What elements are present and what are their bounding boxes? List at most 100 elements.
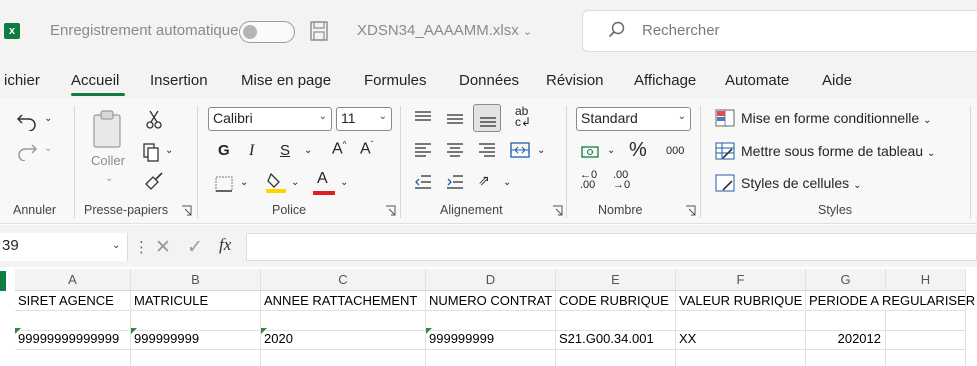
font-color-icon[interactable]: A — [317, 170, 328, 188]
percent-icon[interactable]: % — [629, 139, 647, 162]
decrease-decimal-icon[interactable]: .00 →0 — [613, 170, 630, 191]
formula-input[interactable] — [246, 233, 977, 261]
insert-function-icon[interactable]: fx — [219, 235, 231, 255]
more-options-icon[interactable]: ⋮ — [134, 238, 149, 256]
chevron-down-icon[interactable]: ⌄ — [503, 177, 511, 188]
cell-f4[interactable] — [676, 350, 806, 366]
tab-accueil[interactable]: Accueil — [71, 72, 119, 89]
decrease-font-icon[interactable]: Aˇ — [360, 140, 373, 158]
tab-formules[interactable]: Formules — [364, 72, 427, 89]
italic-icon[interactable]: I — [249, 142, 254, 160]
chevron-down-icon[interactable]: ⌄ — [340, 177, 348, 188]
tab-revision[interactable]: Révision — [546, 72, 604, 89]
column-header-c[interactable]: C — [261, 269, 426, 291]
paste-button-label[interactable]: Coller — [91, 153, 125, 168]
cell-b3[interactable]: 999999999 — [131, 328, 261, 350]
format-as-table-icon[interactable] — [715, 142, 735, 160]
undo-icon[interactable] — [16, 111, 38, 131]
cell-d1[interactable]: NUMERO CONTRAT — [426, 291, 556, 311]
cell-e4[interactable] — [556, 350, 676, 366]
save-icon[interactable] — [310, 21, 328, 41]
tab-aide[interactable]: Aide — [822, 72, 852, 89]
column-header-b[interactable]: B — [131, 269, 261, 291]
cell-e1[interactable]: CODE RUBRIQUE — [556, 291, 676, 311]
cell-g1[interactable]: PERIODE A REGULARISER — [806, 291, 975, 311]
thousands-separator-icon[interactable]: 000 — [666, 145, 684, 157]
chevron-down-icon[interactable]: ⌄ — [44, 143, 52, 154]
align-top-icon[interactable] — [414, 110, 432, 126]
chevron-down-icon[interactable]: ⌄ — [105, 173, 113, 184]
file-name[interactable]: XDSN34_AAAAMM.xlsx ⌄ — [357, 22, 532, 39]
accounting-format-icon[interactable] — [580, 143, 602, 159]
wrap-text-icon[interactable]: ab c↲ — [515, 105, 531, 128]
cell-f1[interactable]: VALEUR RUBRIQUE — [676, 291, 806, 311]
dialog-launcher-icon[interactable] — [385, 205, 396, 216]
align-center-icon[interactable] — [446, 142, 464, 158]
chevron-down-icon[interactable]: ⌄ — [165, 145, 173, 156]
cell-g4[interactable] — [806, 350, 886, 366]
name-box[interactable]: 39 — [0, 233, 128, 261]
chevron-down-icon[interactable]: ⌄ — [44, 113, 52, 124]
cell-h4[interactable] — [886, 350, 966, 366]
column-header-a[interactable]: A — [15, 269, 131, 291]
cut-icon[interactable] — [145, 110, 163, 130]
cell-g3[interactable]: 202012 — [806, 328, 886, 350]
column-header-h[interactable]: H — [886, 269, 966, 291]
number-format-select[interactable]: Standard ⌄ — [576, 107, 691, 131]
column-header-d[interactable]: D — [426, 269, 556, 291]
column-header-e[interactable]: E — [556, 269, 676, 291]
chevron-down-icon[interactable]: ⌄ — [304, 145, 312, 156]
excel-logo-icon[interactable]: x — [4, 23, 20, 39]
cell-e3[interactable]: S21.G00.34.001 — [556, 328, 676, 350]
cell-c4[interactable] — [261, 350, 426, 366]
chevron-down-icon[interactable]: ⌄ — [607, 145, 615, 156]
tab-donnees[interactable]: Données — [459, 72, 519, 89]
cell-b1[interactable]: MATRICULE — [131, 291, 261, 311]
copy-icon[interactable] — [142, 142, 160, 162]
redo-icon[interactable] — [16, 141, 38, 161]
bold-icon[interactable]: G — [218, 142, 230, 159]
format-painter-icon[interactable] — [144, 172, 164, 190]
increase-decimal-icon[interactable]: ←0.00 — [580, 170, 597, 191]
align-right-icon[interactable] — [478, 142, 496, 158]
cell-h3[interactable] — [886, 328, 966, 350]
dialog-launcher-icon[interactable] — [685, 205, 696, 216]
tab-automate[interactable]: Automate — [725, 72, 789, 89]
increase-font-icon[interactable]: A^ — [332, 140, 346, 158]
cell-c3[interactable]: 2020 — [261, 328, 426, 350]
column-header-g[interactable]: G — [806, 269, 886, 291]
borders-icon[interactable] — [214, 175, 234, 193]
cell-a1[interactable]: SIRET AGENCE — [15, 291, 131, 311]
cell-d4[interactable] — [426, 350, 556, 366]
fill-color-icon[interactable] — [265, 171, 287, 193]
cell-f3[interactable]: XX — [676, 328, 806, 350]
conditional-formatting-icon[interactable] — [715, 109, 735, 127]
align-bottom-button[interactable] — [473, 104, 501, 132]
dialog-launcher-icon[interactable] — [552, 205, 563, 216]
chevron-down-icon[interactable]: ⌄ — [240, 177, 248, 188]
cancel-icon[interactable]: ✕ — [155, 236, 171, 259]
underline-icon[interactable]: S — [280, 142, 290, 159]
align-left-icon[interactable] — [414, 142, 432, 158]
cell-styles-icon[interactable] — [715, 174, 735, 192]
chevron-down-icon[interactable]: ⌄ — [291, 177, 299, 188]
align-middle-icon[interactable] — [446, 110, 464, 126]
font-name-select[interactable]: Calibri ⌄ — [208, 107, 332, 131]
cell-c1[interactable]: ANNEE RATTACHEMENT — [261, 291, 426, 311]
orientation-icon[interactable]: ⇗ — [478, 172, 490, 189]
merge-center-icon[interactable] — [510, 141, 530, 159]
column-header-f[interactable]: F — [676, 269, 806, 291]
cell-a3[interactable]: 99999999999999 — [15, 328, 131, 350]
autosave-toggle[interactable] — [239, 21, 295, 43]
enter-icon[interactable]: ✓ — [187, 236, 203, 259]
dialog-launcher-icon[interactable] — [181, 205, 192, 216]
decrease-indent-icon[interactable] — [414, 174, 432, 190]
chevron-down-icon[interactable]: ⌄ — [112, 240, 120, 251]
cell-styles-button[interactable]: Styles de cellules ⌄ — [741, 175, 861, 191]
tab-affichage[interactable]: Affichage — [634, 72, 696, 89]
tab-mise-en-page[interactable]: Mise en page — [241, 72, 331, 89]
paste-icon[interactable] — [90, 109, 126, 151]
conditional-formatting-button[interactable]: Mise en forme conditionnelle ⌄ — [741, 110, 932, 126]
font-size-select[interactable]: 11 ⌄ — [336, 107, 392, 131]
format-as-table-button[interactable]: Mettre sous forme de tableau ⌄ — [741, 143, 935, 159]
